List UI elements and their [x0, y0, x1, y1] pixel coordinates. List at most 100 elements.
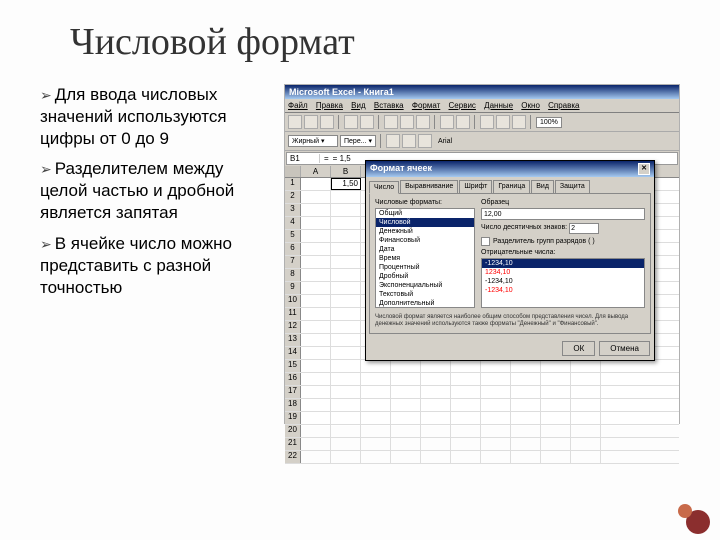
cell[interactable] [331, 425, 361, 437]
thousands-separator-checkbox[interactable]: Разделитель групп разрядов ( ) [481, 237, 645, 246]
row-header[interactable]: 14 [285, 347, 301, 359]
cell[interactable] [301, 191, 331, 203]
row-header[interactable]: 21 [285, 438, 301, 450]
cell[interactable] [301, 269, 331, 281]
list-item[interactable]: Финансовый [376, 236, 474, 245]
cell[interactable] [391, 399, 421, 411]
cell[interactable] [571, 373, 601, 385]
cell[interactable] [331, 412, 361, 424]
list-item[interactable]: Процентный [376, 263, 474, 272]
cell[interactable] [361, 386, 391, 398]
cell[interactable] [301, 451, 331, 463]
negative-listbox[interactable]: -1234,10 1234,10 -1234,10 -1234,10 [481, 258, 645, 308]
paste-icon[interactable] [416, 115, 430, 129]
category-listbox[interactable]: Общий Числовой Денежный Финансовый Дата … [375, 208, 475, 308]
cell[interactable] [481, 412, 511, 424]
row-header[interactable]: 5 [285, 230, 301, 242]
list-item[interactable]: Числовой [376, 218, 474, 227]
list-item[interactable]: Текстовый [376, 290, 474, 299]
menu-help[interactable]: Справка [548, 101, 579, 110]
cell[interactable] [571, 451, 601, 463]
cell[interactable] [481, 360, 511, 372]
cell[interactable] [361, 451, 391, 463]
cell[interactable] [571, 386, 601, 398]
cell[interactable] [301, 321, 331, 333]
cell[interactable] [421, 386, 451, 398]
cell[interactable] [331, 243, 361, 255]
menu-edit[interactable]: Правка [316, 101, 343, 110]
menubar[interactable]: Файл Правка Вид Вставка Формат Сервис Да… [285, 99, 679, 113]
cell[interactable] [391, 451, 421, 463]
cell[interactable] [541, 386, 571, 398]
tab-patterns[interactable]: Вид [531, 180, 554, 193]
menu-format[interactable]: Формат [412, 101, 440, 110]
cell[interactable] [541, 412, 571, 424]
cell[interactable] [331, 334, 361, 346]
checkbox-icon[interactable] [481, 237, 490, 246]
cell[interactable] [511, 399, 541, 411]
cell[interactable] [361, 373, 391, 385]
row-header[interactable]: 18 [285, 399, 301, 411]
cell[interactable] [541, 438, 571, 450]
cell[interactable] [301, 438, 331, 450]
row-header[interactable]: 17 [285, 386, 301, 398]
row-header[interactable]: 7 [285, 256, 301, 268]
cell[interactable] [331, 308, 361, 320]
list-item[interactable]: Дополнительный [376, 299, 474, 308]
cell[interactable] [571, 425, 601, 437]
cell[interactable] [301, 295, 331, 307]
formula-input[interactable]: = 1,5 [333, 154, 351, 163]
row-header[interactable]: 13 [285, 334, 301, 346]
cell[interactable] [331, 217, 361, 229]
menu-insert[interactable]: Вставка [374, 101, 404, 110]
cell[interactable] [421, 438, 451, 450]
sort-desc-icon[interactable] [512, 115, 526, 129]
redo-icon[interactable] [456, 115, 470, 129]
sum-icon[interactable] [480, 115, 494, 129]
cell[interactable] [301, 373, 331, 385]
cell[interactable] [331, 451, 361, 463]
row-header[interactable]: 12 [285, 321, 301, 333]
list-item[interactable]: Денежный [376, 227, 474, 236]
font-size-select[interactable]: Пере... ▾ [340, 135, 376, 147]
cell[interactable] [331, 204, 361, 216]
menu-window[interactable]: Окно [521, 101, 540, 110]
row-header[interactable]: 16 [285, 373, 301, 385]
cell[interactable] [571, 399, 601, 411]
cell[interactable] [391, 425, 421, 437]
row-header[interactable]: 15 [285, 360, 301, 372]
cell[interactable] [571, 438, 601, 450]
italic-icon[interactable] [402, 134, 416, 148]
cell[interactable] [511, 386, 541, 398]
cancel-button[interactable]: Отмена [599, 341, 650, 356]
zoom-field[interactable]: 100% [536, 117, 562, 128]
cell[interactable] [391, 438, 421, 450]
row-header[interactable]: 3 [285, 204, 301, 216]
cell[interactable] [421, 399, 451, 411]
list-item[interactable]: Общий [376, 209, 474, 218]
list-item[interactable]: Дата [376, 245, 474, 254]
list-item[interactable]: -1234,10 [482, 286, 644, 295]
cell[interactable] [421, 412, 451, 424]
row-header[interactable]: 9 [285, 282, 301, 294]
row-header[interactable]: 2 [285, 191, 301, 203]
cell[interactable] [571, 412, 601, 424]
table-row[interactable]: 19 [285, 412, 679, 425]
table-row[interactable]: 18 [285, 399, 679, 412]
cell[interactable] [301, 347, 331, 359]
cell[interactable] [421, 360, 451, 372]
cell[interactable] [451, 386, 481, 398]
cell[interactable] [301, 308, 331, 320]
list-item[interactable]: -1234,10 [482, 277, 644, 286]
list-item[interactable]: Время [376, 254, 474, 263]
row-header[interactable]: 19 [285, 412, 301, 424]
new-icon[interactable] [288, 115, 302, 129]
cell[interactable] [481, 451, 511, 463]
row-header[interactable]: 11 [285, 308, 301, 320]
row-header[interactable]: 10 [285, 295, 301, 307]
cell[interactable] [331, 347, 361, 359]
cell[interactable] [571, 360, 601, 372]
cell[interactable] [511, 451, 541, 463]
cell[interactable] [421, 373, 451, 385]
cell[interactable] [391, 373, 421, 385]
